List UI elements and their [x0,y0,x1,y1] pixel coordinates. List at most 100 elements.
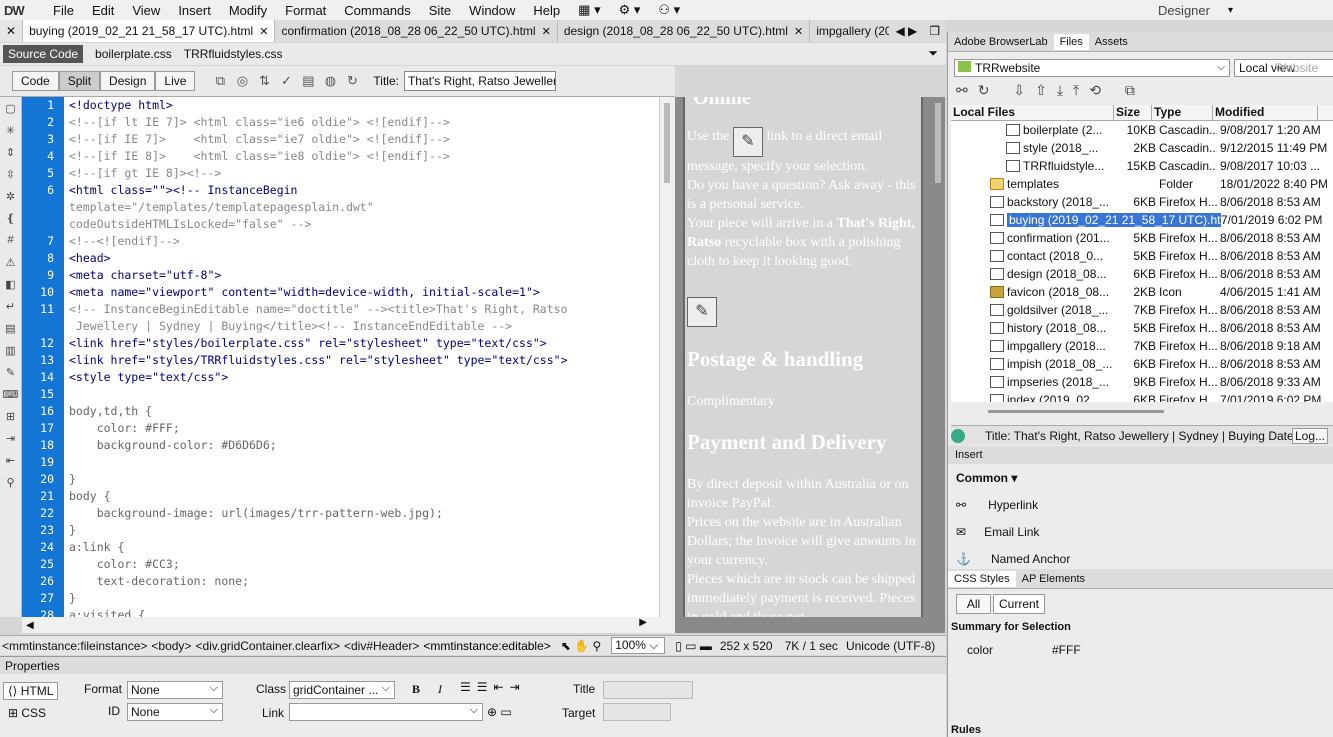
design-scrollbar[interactable] [935,103,941,183]
related-file[interactable]: boilerplate.css [95,47,172,61]
css-mode-all[interactable]: All [956,594,991,614]
file-row[interactable]: goldsilver (2018_... 7KB Firefox H... 8/06/… [951,301,1333,319]
tab-scroll-arrows[interactable]: ◀ ▶ [889,20,924,42]
column-size[interactable]: Size [1114,105,1152,120]
preview-browser-icon[interactable]: ◎ [231,71,253,91]
point-to-file-icon[interactable]: ⊕ ▭ [487,705,512,719]
file-row[interactable]: buying (2019_02_21 21_58_17 UTC).html 7/0… [951,211,1333,229]
view-select[interactable]: Local view Website [1234,59,1333,77]
checkin-icon[interactable]: ⤒ [1073,82,1089,98]
pointer-tool-icon[interactable]: ⬉ ✋ ⚲ [561,639,601,653]
code-vertical-scrollbar[interactable] [659,97,675,617]
device-icons[interactable]: ▯ ▭ ▬ [675,639,712,653]
file-row[interactable]: impish (2018_08_... 6KB Firefox H... 8/06/2… [951,355,1333,373]
expand-icon[interactable]: ⧉ [1125,82,1145,98]
menu-file[interactable]: File [44,3,83,18]
tab-impgallery[interactable]: impgallery (2018_08_28 06_ [810,20,890,42]
outdent-icon[interactable]: ⇤ [2,449,20,471]
select-parent-icon[interactable]: ✲ [2,185,20,207]
file-row[interactable]: confirmation (201... 5KB Firefox H... 8/06/… [951,229,1333,247]
tab-assets[interactable]: Assets [1089,34,1134,50]
menu-help[interactable]: Help [524,3,569,18]
insert-email[interactable]: ✉ Email Link [956,525,1039,539]
tab-buying[interactable]: buying (2019_02_21 21_58_17 UTC).html ✕ [23,20,276,42]
column-type[interactable]: Type [1152,105,1213,120]
tag-selector[interactable]: <body> [151,639,191,653]
refresh-icon[interactable]: ↻ [978,82,1000,98]
workspace-switcher[interactable]: Designer [1158,3,1210,18]
bold-button[interactable]: B [412,682,420,697]
move-css-icon[interactable]: ⊞ [2,405,20,427]
remove-comment-icon[interactable]: ▥ [2,339,20,361]
related-file[interactable]: TRRfluidstyles.css [184,47,283,61]
tab-css-styles[interactable]: CSS Styles [948,570,1016,587]
word-wrap-icon[interactable]: ↵ [2,295,20,317]
file-row[interactable]: history (2018_08... 5KB Firefox H... 8/06/2… [951,319,1333,337]
file-row[interactable]: impgallery (2018... 7KB Firefox H... 8/06/2… [951,337,1333,355]
source-code-button[interactable]: Source Code [3,45,84,63]
open-documents-icon[interactable]: ▢ [2,97,20,119]
link-input[interactable] [289,702,483,721]
highlight-invalid-icon[interactable]: ⚠ [2,251,20,273]
insert-header[interactable]: Insert [948,446,1333,464]
menu-insert[interactable]: Insert [169,3,220,18]
wrap-tag-icon[interactable]: ✎ [2,361,20,383]
column-local-files[interactable]: Local Files [951,105,1114,120]
file-row[interactable]: favicon (2018_08... 2KB Icon 4/06/2015 1:41… [951,283,1333,301]
tag-selector[interactable]: <div.gridContainer.clearfix> [195,639,340,653]
file-row[interactable]: index (2019_02_... 6KB Firefox H... 7/01/20… [951,391,1333,402]
design-view-button[interactable]: Design [100,71,156,91]
list-icons[interactable]: ☰☰⇤⇥ [460,680,526,694]
close-all-icon[interactable]: ✕ [0,20,24,42]
css-mode-button[interactable]: ⊞ CSS [8,706,46,720]
code-editor[interactable]: <!doctype html> <!--[if lt IE 7]> <html c… [64,97,659,617]
live-view-button[interactable]: Live [155,71,196,91]
site-select[interactable]: TRRwebsite ⌵ [954,59,1230,77]
design-view[interactable]: Online Use the ✎ link to a direct email … [675,97,945,633]
email-icon[interactable]: ✎ [732,127,763,157]
put-icon[interactable]: ⇧ [1035,82,1057,98]
tag-selector[interactable]: <div#Header> [344,639,419,653]
css-prop[interactable]: color [967,643,993,657]
close-icon[interactable]: ✕ [794,25,803,38]
tab-design[interactable]: design (2018_08_28 06_22_50 UTC).html ✕ [557,20,811,42]
get-icon[interactable]: ⇩ [1013,82,1035,98]
files-hscroll[interactable] [988,410,1164,413]
restore-icon[interactable]: ❐ [923,20,946,42]
file-row[interactable]: boilerplate (2... 10KB Cascadin... 9/08/201… [951,121,1333,139]
sync-icon[interactable]: ⟲ [1089,82,1111,98]
properties-header[interactable]: Properties [0,656,946,674]
close-icon[interactable]: ✕ [542,25,551,38]
menu-view[interactable]: View [123,3,169,18]
tab-confirmation[interactable]: confirmation (2018_08_28 06_22_50 UTC).h… [275,20,558,42]
tag-selector[interactable]: <mmtinstance:fileinstance> [2,639,147,653]
collapse-tag-icon[interactable]: ✳ [2,119,20,141]
file-management-icon[interactable]: ⇅ [253,71,275,91]
file-row[interactable]: style (2018_... 2KB Cascadin... 9/12/2015 1… [951,139,1333,157]
code-view-button[interactable]: Code [12,71,59,91]
visual-aids-icon[interactable]: ▤ [297,71,319,91]
insert-category[interactable]: Common ▾ [956,471,1017,485]
file-row[interactable]: backstory (2018_... 6KB Firefox H... 8/06/2… [951,193,1333,211]
filter-icon[interactable]: ⏷ [928,46,938,61]
refresh-icon[interactable]: ↻ [341,71,363,91]
class-select[interactable]: gridContainer ... [289,680,395,699]
apply-comment-icon[interactable]: ▤ [2,317,20,339]
zoom-select[interactable]: 100% ⌵ [611,637,666,654]
tab-ap-elements[interactable]: AP Elements [1016,571,1091,587]
line-numbers-icon[interactable]: # [2,229,20,251]
tab-files[interactable]: Files [1053,33,1089,50]
menu-site[interactable]: Site [420,3,460,18]
tag-selector[interactable]: <mmtinstance:editable> [423,639,550,653]
split-view-button[interactable]: Split [58,71,101,91]
column-modified[interactable]: Modified [1213,105,1318,120]
format-select[interactable]: None [127,680,223,699]
extend-menu-icon[interactable]: ⚙ ▾ [610,2,650,18]
multiscreen-icon[interactable]: ⧉ [209,71,231,91]
indent-icon[interactable]: ⇥ [2,427,20,449]
code-horizontal-scrollbar[interactable]: ◀ ▶ [22,617,675,633]
menu-modify[interactable]: Modify [220,3,276,18]
menu-commands[interactable]: Commands [335,3,419,18]
check-browser-icon[interactable]: ◍ [319,71,341,91]
expand-all-icon[interactable]: ⇳ [2,163,20,185]
